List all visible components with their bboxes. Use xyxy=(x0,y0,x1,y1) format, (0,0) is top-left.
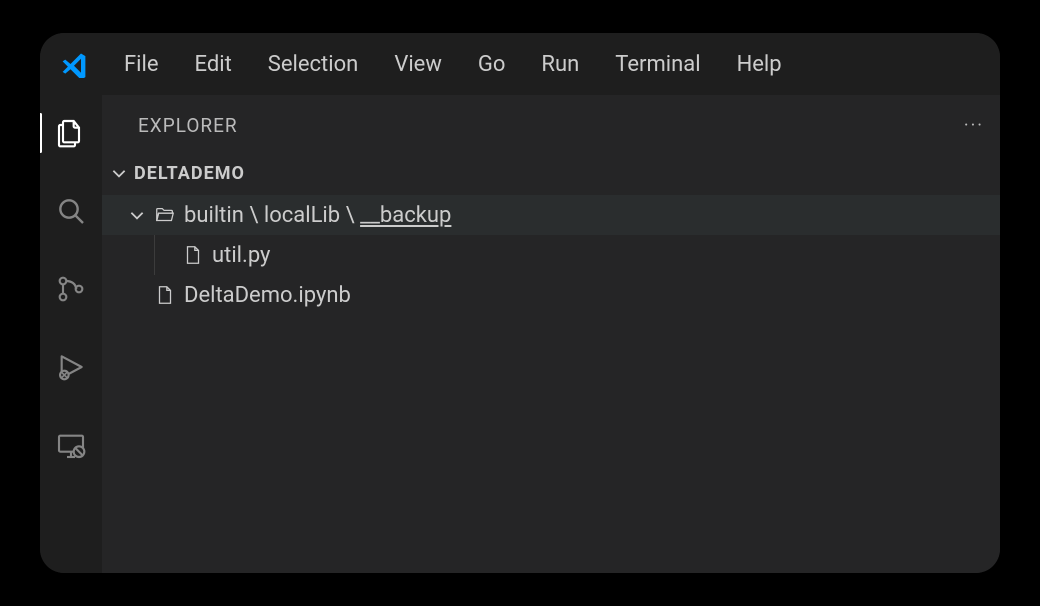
files-icon xyxy=(55,117,87,149)
tree-file-row[interactable]: util.py xyxy=(102,235,1000,275)
menubar: File Edit Selection View Go Run Terminal… xyxy=(40,33,1000,95)
menu-selection[interactable]: Selection xyxy=(250,46,377,83)
remote-icon xyxy=(55,429,87,461)
menu-edit[interactable]: Edit xyxy=(177,46,250,83)
tree-folder-path: builtin \ localLib \ __backup xyxy=(184,203,451,228)
folder-open-icon xyxy=(154,204,176,226)
activity-remote[interactable] xyxy=(53,427,89,463)
tree-folder-row[interactable]: builtin \ localLib \ __backup xyxy=(102,195,1000,235)
path-separator: \ xyxy=(244,203,264,228)
menu-run[interactable]: Run xyxy=(523,46,597,83)
menu-view[interactable]: View xyxy=(376,46,460,83)
file-icon xyxy=(154,284,176,306)
chevron-down-icon xyxy=(128,206,146,224)
folder-root-header[interactable]: DELTADEMO xyxy=(102,155,1000,191)
activity-bar xyxy=(40,95,102,573)
sidebar-more-actions[interactable]: ··· xyxy=(964,115,984,136)
activity-source-control[interactable] xyxy=(53,271,89,307)
tree-file-label: util.py xyxy=(212,243,270,268)
activity-explorer[interactable] xyxy=(53,115,89,151)
sidebar-title: EXPLORER xyxy=(138,114,238,137)
sidebar-header: EXPLORER ··· xyxy=(102,95,1000,155)
path-separator: \ xyxy=(340,203,360,228)
path-segment-1: localLib xyxy=(264,203,340,228)
run-debug-icon xyxy=(55,351,87,383)
chevron-down-icon xyxy=(110,164,128,182)
path-segment-0: builtin xyxy=(184,203,244,228)
activity-run-debug[interactable] xyxy=(53,349,89,385)
folder-root-label: DELTADEMO xyxy=(134,163,245,184)
explorer-sidebar: EXPLORER ··· DELTADEMO xyxy=(102,95,1000,573)
activity-search[interactable] xyxy=(53,193,89,229)
body-row: EXPLORER ··· DELTADEMO xyxy=(40,95,1000,573)
tree-file-row[interactable]: DeltaDemo.ipynb xyxy=(102,275,1000,315)
menu-help[interactable]: Help xyxy=(719,46,800,83)
menu-go[interactable]: Go xyxy=(460,46,524,83)
file-tree: builtin \ localLib \ __backup util.py De… xyxy=(102,191,1000,315)
menu-terminal[interactable]: Terminal xyxy=(597,46,718,83)
vscode-logo-icon xyxy=(60,50,88,78)
menu-file[interactable]: File xyxy=(106,46,177,83)
source-control-icon xyxy=(55,273,87,305)
vscode-window: File Edit Selection View Go Run Terminal… xyxy=(40,33,1000,573)
file-icon xyxy=(182,244,204,266)
path-segment-2: __backup xyxy=(360,203,451,228)
search-icon xyxy=(55,195,87,227)
tree-file-label: DeltaDemo.ipynb xyxy=(184,283,351,308)
